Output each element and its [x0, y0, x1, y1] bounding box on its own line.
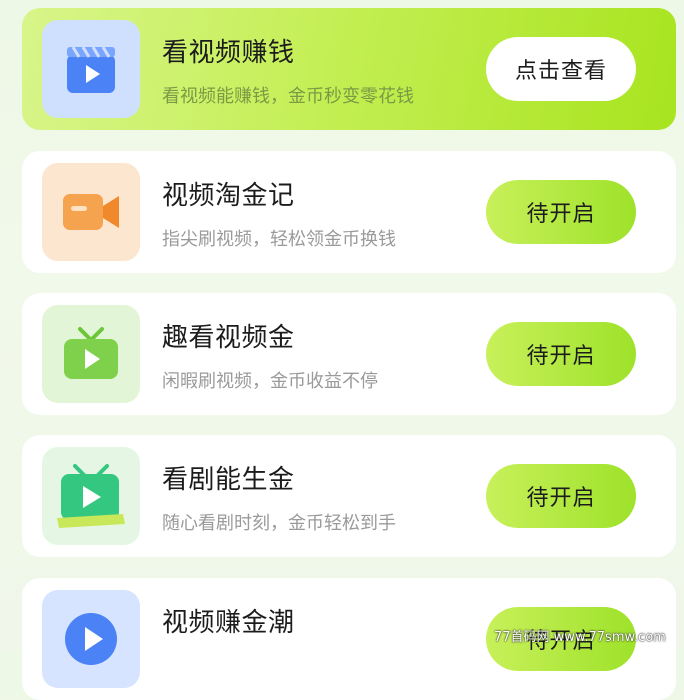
- play-circle-icon: [65, 613, 117, 665]
- task-subtitle: 闲暇刷视频，金币收益不停: [162, 371, 378, 392]
- view-button[interactable]: 点击查看: [486, 37, 636, 101]
- task-card-featured[interactable]: 看视频赚钱 看视频能赚钱，金币秒变零花钱 点击查看: [22, 8, 676, 130]
- task-title: 趣看视频金: [162, 323, 295, 353]
- pending-button[interactable]: 待开启: [486, 180, 636, 244]
- task-title: 视频淘金记: [162, 181, 295, 211]
- task-icon-tile: [42, 305, 140, 403]
- tv-play-icon: [64, 327, 118, 379]
- task-card[interactable]: 趣看视频金 闲暇刷视频，金币收益不停 待开启: [22, 293, 676, 415]
- task-title: 看剧能生金: [162, 465, 295, 495]
- watermark-text: 77首码网 www.77smw.com: [494, 630, 666, 645]
- task-icon-tile: [42, 590, 140, 688]
- video-clapper-icon: [67, 46, 115, 93]
- task-card[interactable]: 看剧能生金 随心看剧时刻，金币轻松到手 待开启: [22, 435, 676, 557]
- tv-drama-icon: [57, 464, 125, 528]
- task-title: 视频赚金潮: [162, 608, 295, 638]
- pending-button[interactable]: 待开启: [486, 464, 636, 528]
- task-subtitle: 看视频能赚钱，金币秒变零花钱: [162, 86, 414, 107]
- task-title: 看视频赚钱: [162, 38, 295, 68]
- task-subtitle: 指尖刷视频，轻松领金币换钱: [162, 229, 396, 250]
- task-icon-tile: [42, 163, 140, 261]
- task-icon-tile: [42, 20, 140, 118]
- video-camera-icon: [63, 194, 119, 230]
- task-icon-tile: [42, 447, 140, 545]
- task-card[interactable]: 视频淘金记 指尖刷视频，轻松领金币换钱 待开启: [22, 151, 676, 273]
- pending-button[interactable]: 待开启: [486, 322, 636, 386]
- task-subtitle: 随心看剧时刻，金币轻松到手: [162, 513, 396, 534]
